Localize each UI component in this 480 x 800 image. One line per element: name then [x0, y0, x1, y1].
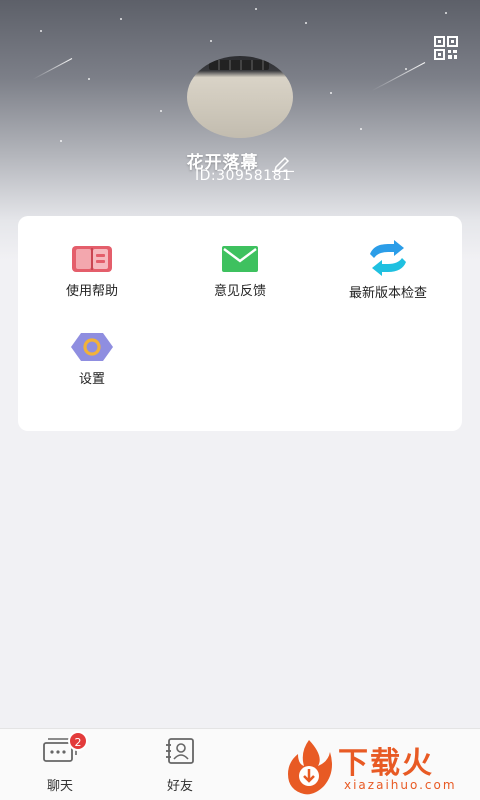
menu-item-label: 设置 [78, 372, 105, 387]
watermark-site: xiazaihuo.com [344, 778, 457, 792]
refresh-icon [370, 240, 406, 276]
contacts-book-icon [166, 738, 194, 764]
tab-label: 好友 [166, 779, 193, 794]
menu-card: 使用帮助 意见反馈 最新版本检查 设置 [18, 216, 462, 431]
menu-item-label: 使用帮助 [65, 284, 118, 299]
avatar-photo-detail [209, 60, 269, 70]
tab-chat[interactable]: 2 聊天 [20, 731, 100, 794]
book-icon [72, 246, 112, 272]
tab-label: 聊天 [46, 779, 73, 794]
unread-badge: 2 [68, 731, 88, 751]
menu-item-label: 最新版本检查 [348, 286, 427, 301]
menu-item-feedback[interactable]: 意见反馈 [166, 244, 314, 299]
bottom-tab-bar: 2 聊天 好友 下载火 xiazaihuo.com [0, 728, 480, 800]
flame-logo-icon [288, 740, 332, 795]
menu-item-version-check[interactable]: 最新版本检查 [314, 240, 462, 301]
avatar[interactable] [187, 56, 293, 138]
qr-code-icon[interactable] [434, 36, 458, 60]
gear-icon [71, 333, 113, 361]
envelope-icon [222, 246, 258, 272]
tab-friends[interactable]: 好友 [140, 737, 220, 794]
menu-item-label: 意见反馈 [213, 284, 266, 299]
watermark-logo: 下载火 xiazaihuo.com [280, 732, 480, 800]
menu-item-settings[interactable]: 设置 [18, 332, 166, 387]
user-id: ID:30958181 [195, 168, 292, 184]
watermark-title: 下载火 [338, 746, 434, 781]
menu-item-help[interactable]: 使用帮助 [18, 244, 166, 299]
